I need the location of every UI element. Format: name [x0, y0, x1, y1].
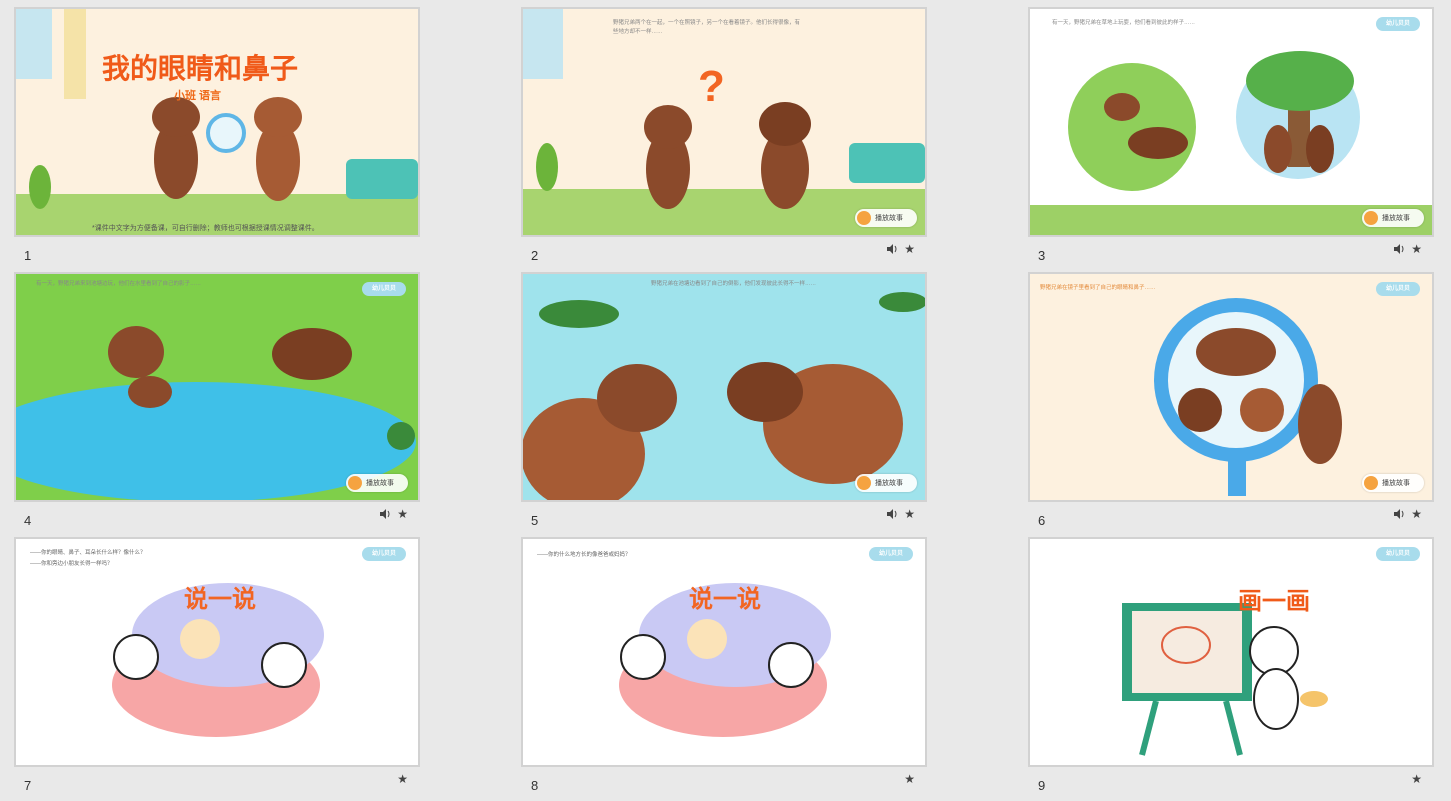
slide-4-text: 有一天，野猪兄弟来到池塘边玩，他们在水里看到了自己的影子……: [36, 281, 202, 287]
speaker-icon[interactable]: [379, 508, 391, 520]
slide-icons: [886, 243, 915, 255]
slide-slot-9: 画一画 幼儿贝贝 9: [1028, 537, 1434, 801]
brand-logo: 幼儿贝贝: [869, 547, 913, 561]
brand-logo: 幼儿贝贝: [1376, 17, 1420, 31]
slide-slot-8: 说一说 ——你的什么地方长的像爸爸或妈妈？ 幼儿贝贝 8: [521, 537, 927, 801]
star-icon[interactable]: [1411, 243, 1422, 255]
slide-number: 6: [1038, 513, 1046, 528]
slide-8-heading: 说一说: [689, 586, 761, 613]
slide-icons: [379, 508, 408, 520]
star-icon[interactable]: [904, 773, 915, 785]
slide-8-line-1: ——你的什么地方长的像爸爸或妈妈？: [537, 552, 631, 558]
slide-number: 5: [531, 513, 539, 528]
slide-slot-4: 有一天，野猪兄弟来到池塘边玩，他们在水里看到了自己的影子…… 幼儿贝贝 播放故事…: [14, 272, 420, 536]
star-icon[interactable]: [397, 773, 408, 785]
star-icon[interactable]: [397, 508, 408, 520]
slide-2-text: 野猪兄弟两个在一起，一个在照镜子，另一个在看着镜子。他们长得很像，有些地方却不一…: [613, 20, 801, 35]
star-icon[interactable]: [904, 243, 915, 255]
slide-9-heading: 画一画: [1238, 588, 1310, 615]
brand-logo: 幼儿贝贝: [1376, 282, 1420, 296]
slide-6-text: 野猪兄弟在镜子里看到了自己的眼睛和鼻子……: [1040, 285, 1156, 291]
speaker-icon: [857, 211, 871, 225]
slide-number: 3: [1038, 248, 1046, 263]
slide-8-illustration: [619, 583, 831, 737]
speaker-icon: [1364, 211, 1378, 225]
slide-4-illustration: [16, 274, 418, 500]
brand-logo: 幼儿贝贝: [362, 282, 406, 296]
slide-slot-3: 有一天，野猪兄弟在草地上玩耍，他们看到彼此的样子…… 幼儿贝贝 播放故事 3: [1028, 7, 1434, 271]
speaker-icon[interactable]: [1393, 508, 1405, 520]
slide-thumbnail-3[interactable]: 有一天，野猪兄弟在草地上玩耍，他们看到彼此的样子…… 幼儿贝贝 播放故事: [1028, 7, 1434, 237]
speaker-icon[interactable]: [1393, 243, 1405, 255]
brand-logo: 幼儿贝贝: [362, 547, 406, 561]
play-story-button[interactable]: 播放故事: [1362, 474, 1424, 492]
speaker-icon[interactable]: [886, 243, 898, 255]
slide-5-text: 野猪兄弟在池塘边看到了自己的倒影，他们发现彼此长得不一样……: [651, 281, 817, 287]
slide-1-note: *课件中文字为方便备课，可自行删除；教师也可根据授课情况调整课件。: [92, 225, 319, 232]
play-story-button[interactable]: 播放故事: [855, 209, 917, 227]
slide-1-illustration: [16, 9, 418, 235]
play-story-button[interactable]: 播放故事: [346, 474, 408, 492]
slide-slot-6: 野猪兄弟在镜子里看到了自己的眼睛和鼻子…… 幼儿贝贝 播放故事 6: [1028, 272, 1434, 536]
speaker-icon: [348, 476, 362, 490]
slide-number: 1: [24, 248, 32, 263]
star-icon[interactable]: [904, 508, 915, 520]
slide-slot-1: 我的眼睛和鼻子 小班 语言 *课件中文字为方便备课，可自行删除；教师也可根据授课…: [14, 7, 420, 271]
slide-1-subtitle: 小班 语言: [174, 90, 222, 102]
slide-thumbnail-1[interactable]: 我的眼睛和鼻子 小班 语言 *课件中文字为方便备课，可自行删除；教师也可根据授课…: [14, 7, 420, 237]
slide-thumbnail-4[interactable]: 有一天，野猪兄弟来到池塘边玩，他们在水里看到了自己的影子…… 幼儿贝贝 播放故事: [14, 272, 420, 502]
play-story-button[interactable]: 播放故事: [1362, 209, 1424, 227]
slide-thumbnail-7[interactable]: 说一说 ——你的眼睛、鼻子、耳朵长什么样？像什么？ ——你和旁边小朋友长得一样吗…: [14, 537, 420, 767]
slide-3-text: 有一天，野猪兄弟在草地上玩耍，他们看到彼此的样子……: [1052, 20, 1196, 26]
slide-6-illustration: [1030, 274, 1432, 500]
slide-number: 4: [24, 513, 32, 528]
slide-thumbnail-6[interactable]: 野猪兄弟在镜子里看到了自己的眼睛和鼻子…… 幼儿贝贝 播放故事: [1028, 272, 1434, 502]
brand-logo: 幼儿贝贝: [1376, 547, 1420, 561]
speaker-icon: [857, 476, 871, 490]
speaker-icon: [1364, 476, 1378, 490]
slide-2-illustration: ?: [523, 9, 925, 235]
play-story-button[interactable]: 播放故事: [855, 474, 917, 492]
speaker-icon[interactable]: [886, 508, 898, 520]
slide-thumbnail-9[interactable]: 画一画 幼儿贝贝: [1028, 537, 1434, 767]
slide-icons: [1411, 773, 1422, 785]
slide-number: 7: [24, 778, 32, 793]
slide-icons: [1393, 243, 1422, 255]
slide-1-title: 我的眼睛和鼻子: [102, 53, 299, 84]
slide-3-illustration: [1030, 9, 1432, 235]
slide-icons: [886, 508, 915, 520]
slide-5-illustration: [523, 274, 925, 500]
slide-number: 9: [1038, 778, 1046, 793]
slide-slot-2: ? 野猪兄弟两个在一起，一个在照镜子，另一个在看着镜子。他们长得很像，有些地方却…: [521, 7, 927, 271]
slide-thumbnail-2[interactable]: ? 野猪兄弟两个在一起，一个在照镜子，另一个在看着镜子。他们长得很像，有些地方却…: [521, 7, 927, 237]
slide-thumbnail-5[interactable]: 野猪兄弟在池塘边看到了自己的倒影，他们发现彼此长得不一样…… 播放故事: [521, 272, 927, 502]
slide-icons: [904, 773, 915, 785]
slide-number: 8: [531, 778, 539, 793]
star-icon[interactable]: [1411, 508, 1422, 520]
star-icon[interactable]: [1411, 773, 1422, 785]
slide-thumbnail-8[interactable]: 说一说 ——你的什么地方长的像爸爸或妈妈？ 幼儿贝贝: [521, 537, 927, 767]
slide-icons: [1393, 508, 1422, 520]
slide-7-heading: 说一说: [184, 586, 256, 613]
svg-text:?: ?: [698, 62, 725, 111]
slide-icons: [397, 773, 408, 785]
slide-9-illustration: [1122, 603, 1328, 756]
slide-7-line-2: ——你和旁边小朋友长得一样吗？: [30, 561, 113, 567]
slide-7-line-1: ——你的眼睛、鼻子、耳朵长什么样？像什么？: [30, 550, 146, 556]
slide-slot-7: 说一说 ——你的眼睛、鼻子、耳朵长什么样？像什么？ ——你和旁边小朋友长得一样吗…: [14, 537, 420, 801]
slide-number: 2: [531, 248, 539, 263]
slide-7-illustration: [112, 583, 324, 737]
slide-slot-5: 野猪兄弟在池塘边看到了自己的倒影，他们发现彼此长得不一样…… 播放故事 5: [521, 272, 927, 536]
